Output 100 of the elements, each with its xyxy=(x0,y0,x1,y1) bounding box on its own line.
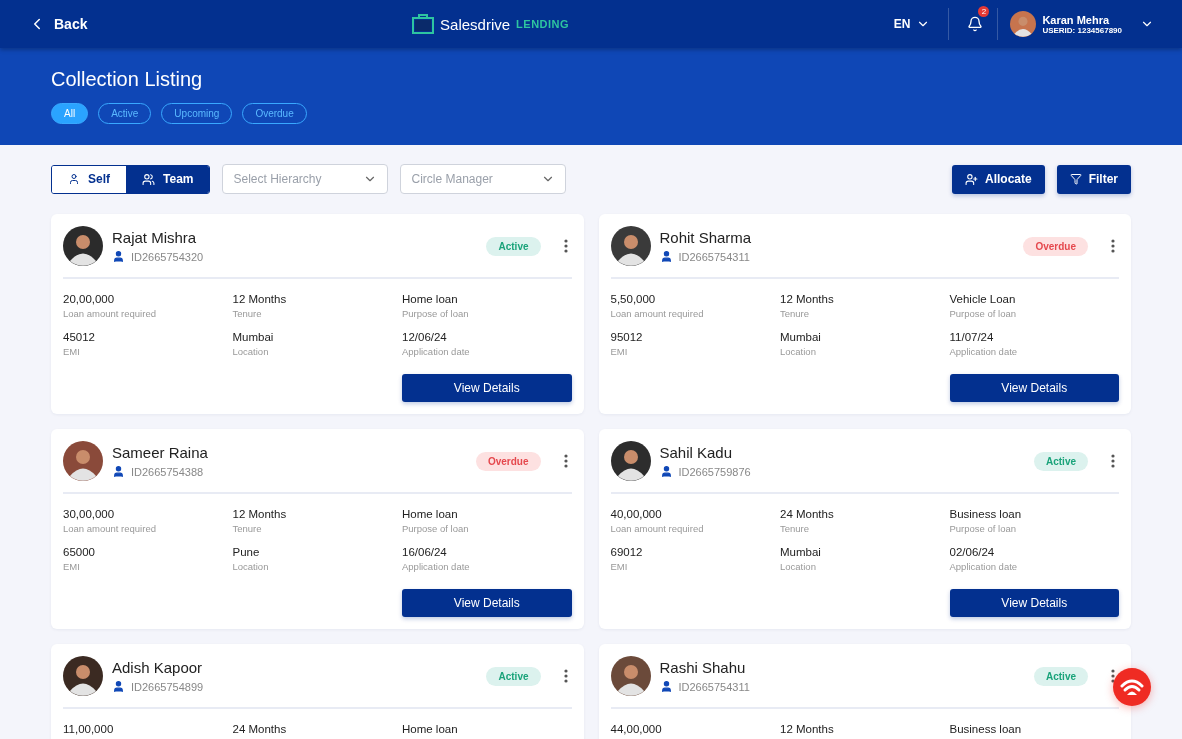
applicant-name: Rajat Mishra xyxy=(112,229,198,246)
back-button[interactable]: Back xyxy=(28,15,88,33)
view-details-button[interactable]: View Details xyxy=(402,374,572,402)
field-value: 11/07/24 xyxy=(949,331,995,343)
status-badge: Active xyxy=(486,236,541,256)
field-label: Application date xyxy=(402,346,471,357)
more-button[interactable] xyxy=(563,669,568,683)
more-icon xyxy=(1111,669,1115,683)
field-value: Business loan xyxy=(949,723,1023,735)
applicant-name: Sahil Kadu xyxy=(659,444,734,461)
field-value: 69012 xyxy=(610,546,644,558)
status-badge: Overdue xyxy=(475,451,541,471)
logo-text: Salesdrive xyxy=(440,15,511,33)
more-icon xyxy=(563,454,568,468)
avatar xyxy=(610,441,651,481)
allocate-button[interactable]: Allocate xyxy=(951,164,1045,194)
avatar xyxy=(610,226,651,266)
field-value: 12/06/24 xyxy=(402,331,448,343)
more-button[interactable] xyxy=(563,239,568,253)
field-label: Purpose of loan xyxy=(402,523,470,534)
status-badge: Active xyxy=(1034,451,1088,471)
field-label: Purpose of loan xyxy=(949,308,1018,319)
applicant-name: Rohit Sharma xyxy=(659,229,753,246)
field-label: Tenure xyxy=(780,523,811,534)
field-value: Pune xyxy=(232,546,261,558)
toggle-option[interactable]: Self xyxy=(52,165,126,193)
field-value: 65000 xyxy=(63,546,96,558)
language-selector[interactable]: EN xyxy=(893,8,950,40)
avatar xyxy=(63,226,103,266)
field-value: 02/06/24 xyxy=(949,546,996,558)
more-icon xyxy=(563,239,568,253)
field-value: Home loan xyxy=(402,508,459,520)
user-name: Karan Mehra xyxy=(1042,13,1110,26)
applicant-id: ID2665754311 xyxy=(678,680,750,693)
field-value: 12 Months xyxy=(232,293,288,305)
field-label: Location xyxy=(232,346,270,357)
more-button[interactable] xyxy=(1111,669,1115,683)
more-button[interactable] xyxy=(1111,239,1115,253)
applicant-name: Adish Kapoor xyxy=(112,659,204,676)
avatar xyxy=(610,656,651,696)
field-value: 40,00,000 xyxy=(610,508,663,520)
user-icon xyxy=(659,250,673,263)
avatar xyxy=(63,656,103,696)
field-label: EMI xyxy=(63,561,81,572)
avatar xyxy=(63,441,103,481)
toggle-option[interactable]: Team xyxy=(126,165,210,193)
more-button[interactable] xyxy=(563,454,568,468)
field-value: 12 Months xyxy=(232,508,288,520)
view-details-button[interactable]: View Details xyxy=(402,589,572,617)
applicant-name: Rashi Shahu xyxy=(659,659,747,676)
field-label: Location xyxy=(780,561,817,572)
user-menu[interactable]: Karan Mehra USERID: 1234567890 xyxy=(998,11,1154,37)
field-label: Application date xyxy=(949,346,1019,357)
field-label: Application date xyxy=(402,561,471,572)
user-icon xyxy=(68,173,80,185)
status-badge: Active xyxy=(486,666,541,686)
field-label: EMI xyxy=(610,346,629,357)
status-badge: Overdue xyxy=(1023,236,1088,256)
field-label: EMI xyxy=(63,346,81,357)
user-icon xyxy=(112,465,125,478)
user-icon xyxy=(659,465,673,478)
field-value: 12 Months xyxy=(780,293,835,305)
field-value: 44,00,000 xyxy=(610,723,663,735)
field-value: Home loan xyxy=(402,723,459,735)
bell-icon xyxy=(967,16,984,32)
briefcase-icon xyxy=(412,14,435,34)
user-icon xyxy=(112,680,125,693)
filter-button[interactable]: Filter xyxy=(1056,164,1131,194)
status-badge: Active xyxy=(1034,666,1088,686)
users-icon xyxy=(142,172,155,186)
more-icon xyxy=(563,669,568,683)
applicant-id: ID2665754388 xyxy=(131,465,204,478)
more-button[interactable] xyxy=(1111,454,1115,468)
more-icon xyxy=(1111,454,1115,468)
field-value: Home loan xyxy=(402,293,459,305)
field-value: Vehicle Loan xyxy=(949,293,1017,305)
page-title: Collection Listing xyxy=(51,68,204,91)
more-icon xyxy=(1111,239,1115,253)
field-label: Loan amount required xyxy=(610,308,705,319)
field-label: Loan amount required xyxy=(63,308,157,319)
field-value: Mumbai xyxy=(232,331,275,343)
field-label: Tenure xyxy=(780,308,811,319)
field-value: 45012 xyxy=(63,331,96,343)
applicant-id: ID2665754899 xyxy=(131,680,204,693)
user-id: USERID: 1234567890 xyxy=(1042,25,1122,35)
field-value: 95012 xyxy=(610,331,644,343)
field-value: 24 Months xyxy=(780,508,835,520)
filter-icon xyxy=(1069,173,1082,185)
field-value: Mumbai xyxy=(780,331,822,343)
user-icon xyxy=(659,680,673,693)
field-value: 16/06/24 xyxy=(402,546,448,558)
view-details-button[interactable]: View Details xyxy=(949,589,1119,617)
field-label: Purpose of loan xyxy=(949,523,1018,534)
field-label: Location xyxy=(232,561,270,572)
view-details-button[interactable]: View Details xyxy=(949,374,1119,402)
applicant-id: ID2665759876 xyxy=(678,465,751,478)
field-label: Loan amount required xyxy=(63,523,157,534)
notifications-button[interactable]: 2 xyxy=(949,8,999,40)
field-label: Loan amount required xyxy=(610,523,705,534)
field-value: 30,00,000 xyxy=(63,508,116,520)
